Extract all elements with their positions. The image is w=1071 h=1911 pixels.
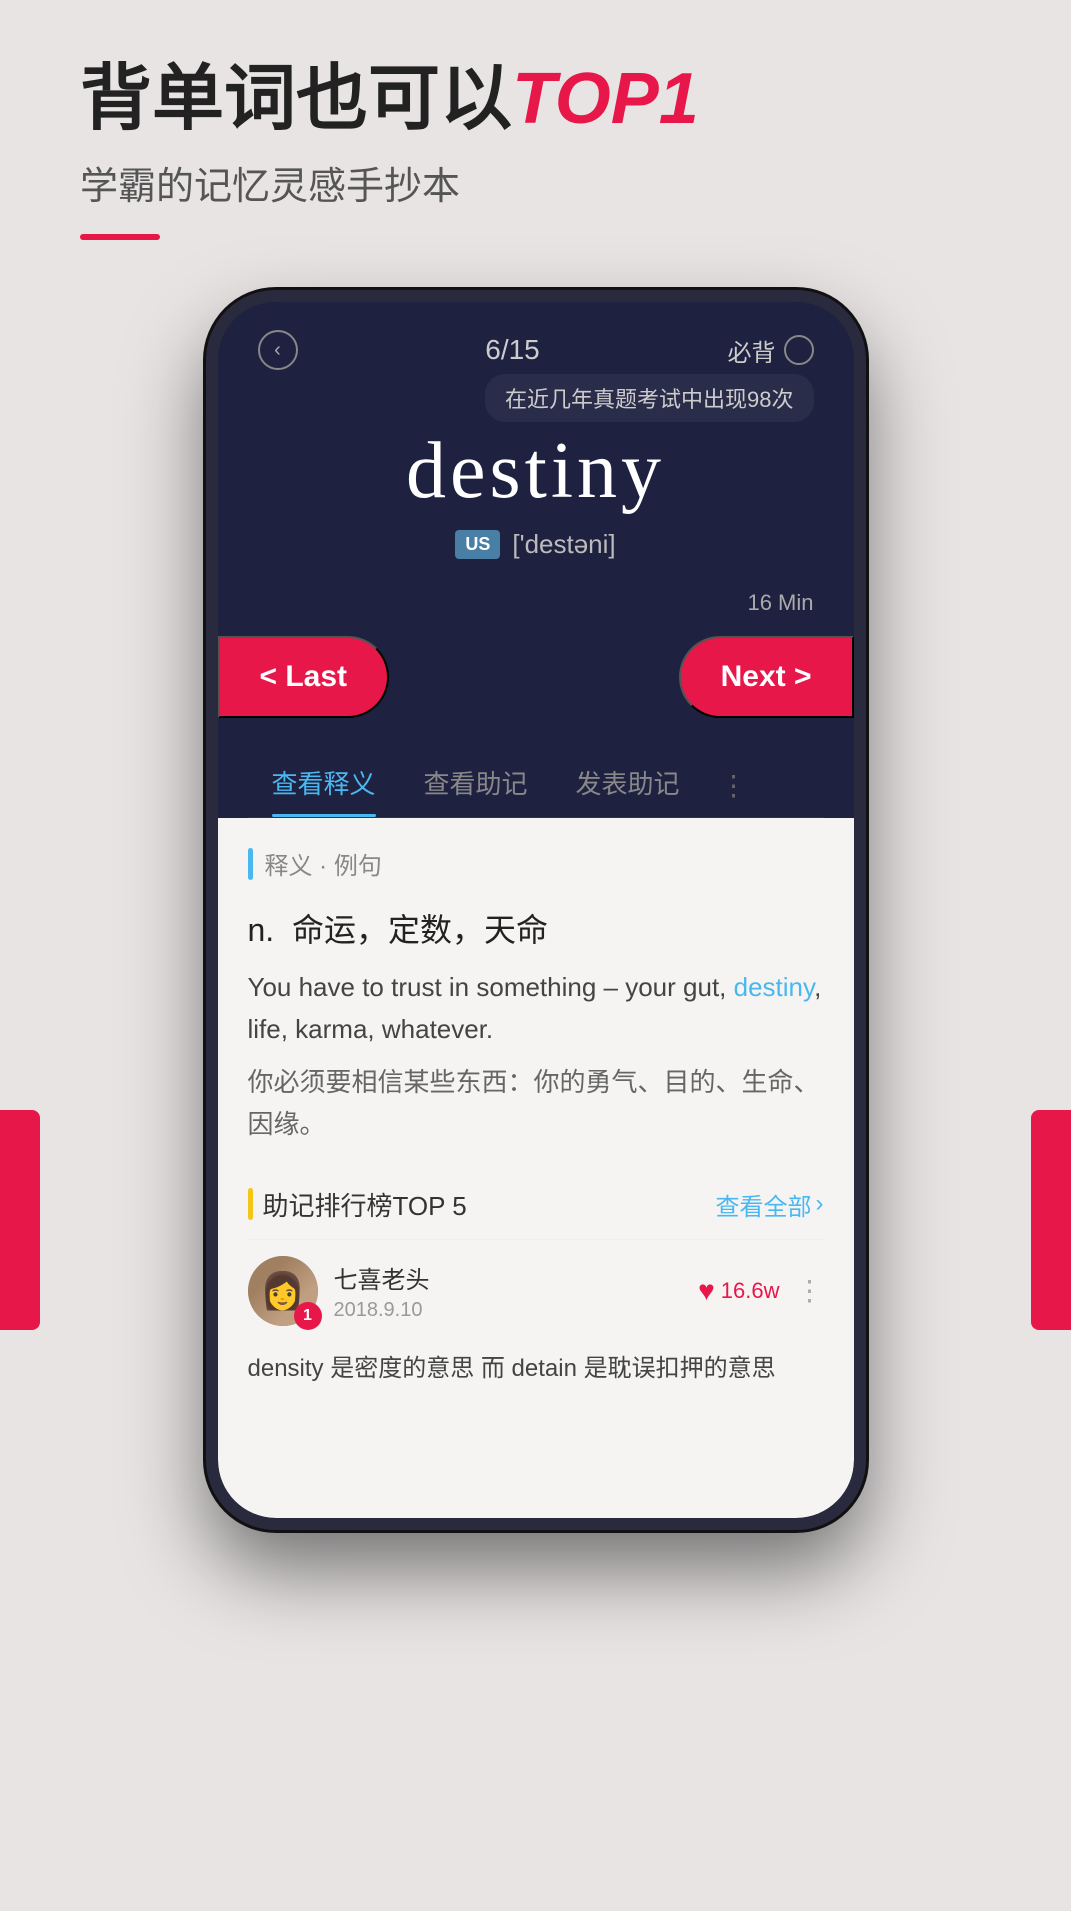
progress-text: 6/15 <box>485 334 540 366</box>
section-label: 释义 · 例句 <box>265 846 382 881</box>
mnemonic-title-row: 助记排行榜TOP 5 <box>248 1186 467 1223</box>
headline: 背单词也可以TOP1 <box>80 60 991 139</box>
tab-more-button[interactable]: ⋮ <box>704 759 764 812</box>
timer-row: 16 Min <box>218 580 854 616</box>
tooltip-badge: 在近几年真题考试中出现98次 <box>485 374 813 422</box>
us-badge: US <box>455 530 500 559</box>
example-english: You have to trust in something – your gu… <box>248 967 824 1050</box>
view-all-label: 查看全部 <box>716 1187 812 1222</box>
mnemonic-section: 助记排行榜TOP 5 查看全部 › 👩 <box>218 1166 854 1408</box>
section-header: 释义 · 例句 <box>218 818 854 897</box>
mnemonic-text: density 是密度的意思 而 detain 是耽误扣押的意思 <box>248 1342 824 1408</box>
chevron-right-icon: › <box>816 1190 824 1218</box>
phone-device: ‹ 6/15 必背 在近几年真题考试中出现98次 destiny US ['de… <box>206 290 866 1530</box>
heart-icon: ♥ <box>698 1275 715 1307</box>
tab-mnemonic[interactable]: 查看助记 <box>400 754 552 817</box>
headline-part2: TOP1 <box>512 59 699 139</box>
must-remember-section: 必背 <box>728 333 814 368</box>
example-before: You have to trust in something – your gu… <box>248 972 734 1002</box>
user-name: 七喜老头 <box>334 1260 683 1295</box>
mnemonic-header: 助记排行榜TOP 5 查看全部 › <box>248 1186 824 1223</box>
last-button[interactable]: < Last <box>218 636 390 718</box>
phonetic-text: ['destəni] <box>512 529 615 560</box>
red-line-decoration <box>80 234 160 240</box>
main-word: destiny <box>238 426 834 517</box>
user-date: 2018.9.10 <box>334 1299 683 1322</box>
example-chinese: 你必须要相信某些东西：你的勇气、目的、生命、因缘。 <box>248 1062 824 1145</box>
mnemonic-title: 助记排行榜TOP 5 <box>263 1186 467 1223</box>
top-section: 背单词也可以TOP1 学霸的记忆灵感手抄本 <box>0 0 1071 240</box>
tabs-row: 查看释义 查看助记 发表助记 ⋮ <box>248 738 824 818</box>
example-word: destiny <box>734 972 814 1002</box>
next-button[interactable]: Next > <box>679 636 854 718</box>
card-actions: ♥ 16.6w ⋮ <box>698 1274 823 1307</box>
phone-wrapper: ‹ 6/15 必背 在近几年真题考试中出现98次 destiny US ['de… <box>0 290 1071 1530</box>
content-area: 释义 · 例句 n. 命运，定数，天命 You have to trust in… <box>218 818 854 1518</box>
avatar-wrap: 👩 1 <box>248 1256 318 1326</box>
user-card: 👩 1 七喜老头 2018.9.10 ♥ 16.6w <box>248 1239 824 1342</box>
view-all-button[interactable]: 查看全部 › <box>716 1187 824 1222</box>
pos-definition: n. 命运，定数，天命 <box>248 905 824 951</box>
nav-buttons: < Last Next > <box>218 616 854 738</box>
pronunciation-row: US ['destəni] <box>238 529 834 560</box>
tabs-section: 查看释义 查看助记 发表助记 ⋮ <box>218 738 854 818</box>
back-button[interactable]: ‹ <box>258 330 298 370</box>
pink-left-decoration <box>0 1110 40 1330</box>
yellow-bar <box>248 1188 253 1220</box>
more-options-icon[interactable]: ⋮ <box>796 1274 824 1307</box>
tab-post-mnemonic[interactable]: 发表助记 <box>552 754 704 817</box>
timer-text: 16 Min <box>747 590 813 615</box>
must-remember-circle[interactable] <box>784 335 814 365</box>
tab-definition[interactable]: 查看释义 <box>248 754 400 817</box>
phone-screen: ‹ 6/15 必背 在近几年真题考试中出现98次 destiny US ['de… <box>218 302 854 1518</box>
pink-right-decoration <box>1031 1110 1071 1330</box>
phone-top-bar: ‹ 6/15 必背 在近几年真题考试中出现98次 <box>218 302 854 386</box>
subtitle: 学霸的记忆灵感手抄本 <box>80 155 991 210</box>
definition-block: n. 命运，定数，天命 You have to trust in somethi… <box>218 897 854 1165</box>
headline-part1: 背单词也可以 <box>80 59 512 139</box>
rank-badge: 1 <box>294 1302 322 1330</box>
user-info: 七喜老头 2018.9.10 <box>334 1260 683 1322</box>
like-count: 16.6w <box>721 1278 780 1304</box>
definition: 命运，定数，天命 <box>292 912 548 948</box>
must-remember-label: 必背 <box>728 333 776 368</box>
heart-count[interactable]: ♥ 16.6w <box>698 1275 779 1307</box>
section-indicator <box>248 848 253 880</box>
pos: n. <box>248 912 275 948</box>
